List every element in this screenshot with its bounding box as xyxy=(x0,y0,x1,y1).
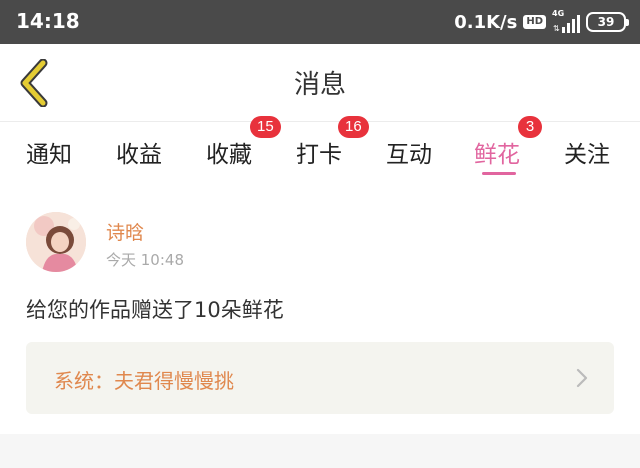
tab-label: 鲜花 xyxy=(474,142,520,168)
tab-label: 通知 xyxy=(26,142,72,168)
page-title: 消息 xyxy=(293,70,346,100)
status-indicators: 0.1K/s HD 4G ⇅ 39 xyxy=(454,8,629,36)
hd-icon: HD xyxy=(523,15,546,29)
avatar-image xyxy=(26,212,86,272)
signal-icon: 4G ⇅ xyxy=(552,9,580,33)
active-tab-indicator xyxy=(482,172,516,175)
tab-label: 收益 xyxy=(116,142,162,168)
unread-badge: 3 xyxy=(518,116,542,138)
status-time: 14:18 xyxy=(16,9,80,33)
network-speed: 0.1K/s xyxy=(454,11,518,33)
status-bar: 14:18 0.1K/s HD 4G ⇅ 39 xyxy=(0,0,640,44)
unread-badge: 16 xyxy=(338,116,369,138)
avatar[interactable] xyxy=(26,212,86,272)
system-message-text: 系统：夫君得慢慢挑 xyxy=(54,369,234,393)
battery-icon: 39 xyxy=(586,12,629,32)
message-text: 给您的作品赠送了10朵鲜花 xyxy=(26,298,284,322)
network-type: 4G xyxy=(552,9,565,18)
tab-label: 收藏 xyxy=(206,142,252,168)
system-message-card[interactable]: 系统：夫君得慢慢挑 xyxy=(26,342,614,414)
app-header: 消息 xyxy=(0,44,640,122)
tab-bar: 通知 收益 收藏 15 打卡 16 互动 鲜花 3 关注 xyxy=(0,116,640,180)
section-divider xyxy=(0,434,640,468)
tab-label: 互动 xyxy=(386,142,432,168)
sender-name[interactable]: 诗晗 xyxy=(106,218,144,245)
battery-level: 39 xyxy=(597,15,615,29)
chevron-right-icon xyxy=(576,368,588,388)
data-arrows-icon: ⇅ xyxy=(553,24,560,33)
tab-label: 打卡 xyxy=(296,142,342,168)
tab-label: 关注 xyxy=(564,142,610,168)
message-timestamp: 今天 10:48 xyxy=(106,251,184,269)
unread-badge: 15 xyxy=(250,116,281,138)
